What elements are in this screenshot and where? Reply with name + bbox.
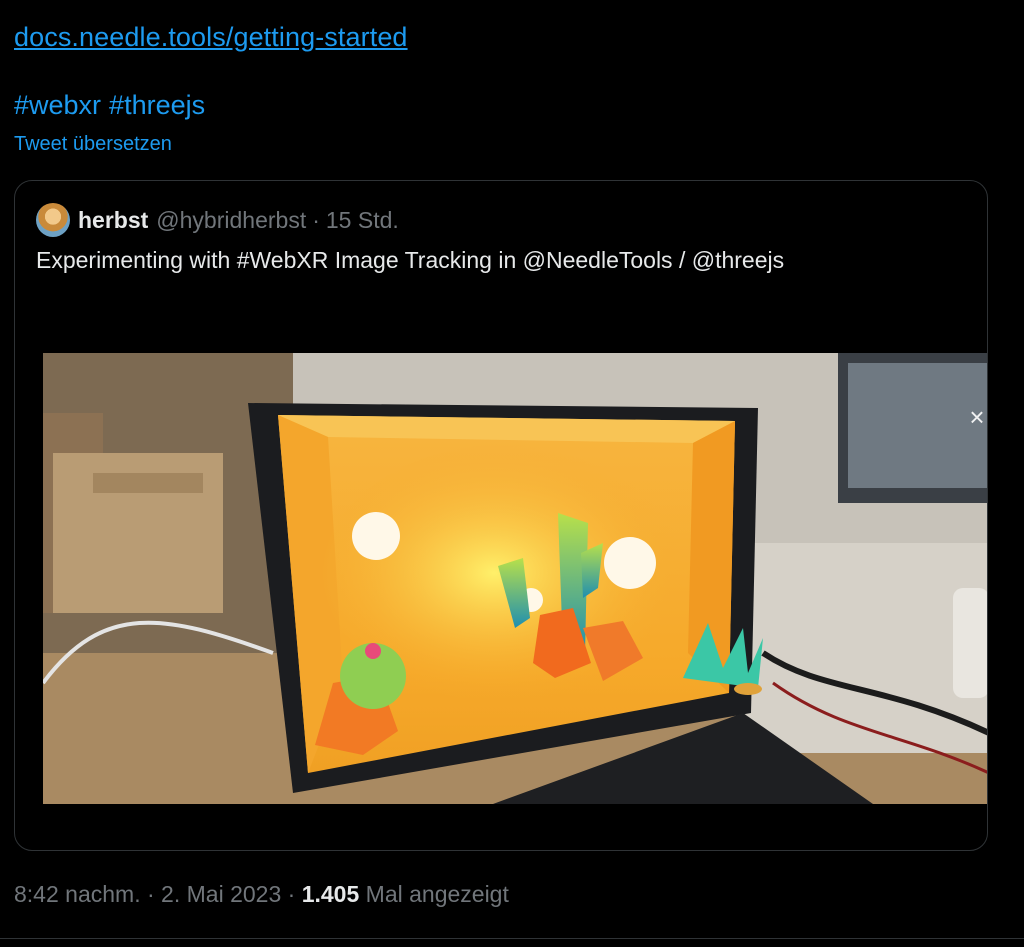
quoted-author-handle: @hybridherbst <box>156 206 307 233</box>
quoted-tweet-header: herbst @hybridherbst · 15 Std. <box>36 203 399 237</box>
views-label: Mal angezeigt <box>365 881 509 907</box>
close-icon[interactable]: × <box>965 404 987 430</box>
tweet-meta: 8:42 nachm. · 2. Mai 2023 · 1.405 Mal an… <box>14 881 509 908</box>
quoted-tweet-video[interactable]: × <box>43 353 987 804</box>
divider <box>0 938 1024 939</box>
quoted-tweet-card[interactable]: herbst @hybridherbst · 15 Std. Experimen… <box>14 180 988 851</box>
views-count: 1.405 <box>301 881 360 907</box>
quoted-author-name: herbst <box>78 206 149 233</box>
tweet-time[interactable]: 8:42 nachm. <box>14 881 141 907</box>
quoted-tweet-age: 15 Std. <box>325 206 399 233</box>
separator-dot: · <box>312 206 320 233</box>
meta-separator: · <box>287 881 296 907</box>
meta-separator: · <box>146 881 155 907</box>
hashtag-webxr[interactable]: #webxr <box>14 90 101 120</box>
translate-tweet-link[interactable]: Tweet übersetzen <box>14 133 172 156</box>
video-frame-illustration <box>43 353 987 804</box>
hashtags-line: #webxr #threejs <box>14 90 213 121</box>
hashtag-threejs[interactable]: #threejs <box>109 90 205 120</box>
avatar[interactable] <box>36 203 70 237</box>
tweet-date[interactable]: 2. Mai 2023 <box>161 881 281 907</box>
tweet-link[interactable]: docs.needle.tools/getting-started <box>14 22 408 53</box>
quoted-tweet-text: Experimenting with #WebXR Image Tracking… <box>36 247 785 273</box>
